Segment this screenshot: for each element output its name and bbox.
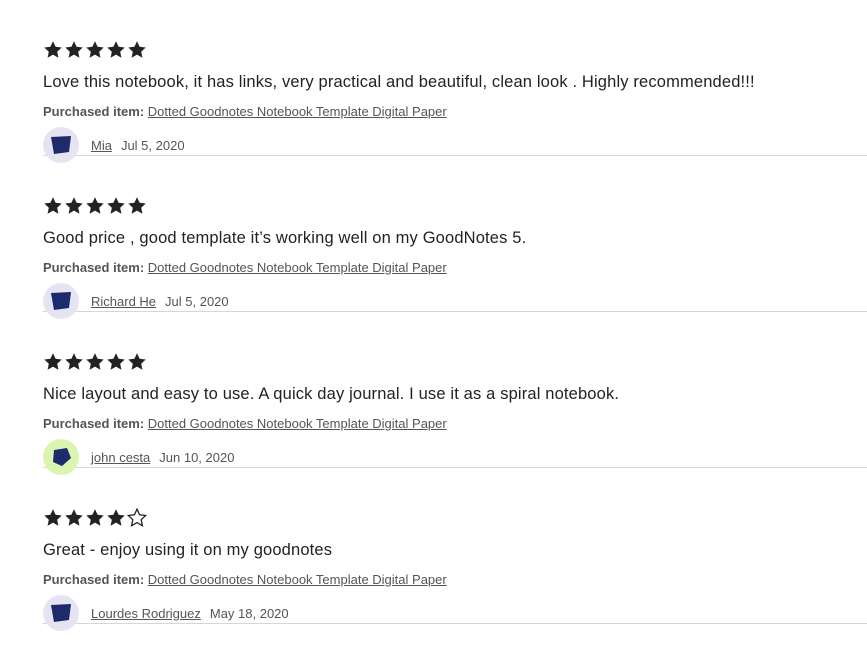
review-item-3: Nice layout and easy to use. A quick day… bbox=[43, 312, 867, 475]
star-rating bbox=[43, 40, 147, 60]
reviews-list: Love this notebook, it has links, very p… bbox=[43, 0, 867, 631]
star-filled-icon bbox=[86, 197, 104, 214]
star-filled-icon bbox=[86, 509, 104, 526]
reviewer-name-link[interactable]: Lourdes Rodriguez bbox=[91, 606, 201, 621]
star-filled-icon bbox=[128, 197, 146, 214]
star-filled-icon bbox=[107, 41, 125, 58]
star-filled-icon bbox=[44, 509, 62, 526]
star-filled-icon bbox=[44, 41, 62, 58]
review-item-4: Great - enjoy using it on my goodnotes P… bbox=[43, 468, 867, 631]
review-date: Jul 5, 2020 bbox=[165, 293, 229, 309]
star-rating bbox=[43, 352, 147, 372]
purchased-item-label: Purchased item: bbox=[43, 572, 148, 587]
purchased-item-link[interactable]: Dotted Goodnotes Notebook Template Digit… bbox=[148, 104, 447, 119]
star-filled-icon bbox=[86, 353, 104, 370]
purchased-item: Purchased item: Dotted Goodnotes Noteboo… bbox=[43, 260, 447, 275]
review-date: May 18, 2020 bbox=[209, 605, 289, 621]
star-filled-icon bbox=[44, 197, 62, 214]
star-filled-icon bbox=[107, 197, 125, 214]
purchased-item-label: Purchased item: bbox=[43, 104, 148, 119]
purchased-item: Purchased item: Dotted Goodnotes Noteboo… bbox=[43, 104, 447, 119]
reviewer-info: Lourdes Rodriguez May 18, 2020 bbox=[43, 595, 289, 631]
review-item-1: Love this notebook, it has links, very p… bbox=[43, 0, 867, 163]
star-filled-icon bbox=[128, 41, 146, 58]
purchased-item: Purchased item: Dotted Goodnotes Noteboo… bbox=[43, 572, 447, 587]
purchased-item: Purchased item: Dotted Goodnotes Noteboo… bbox=[43, 416, 447, 431]
review-date: Jul 5, 2020 bbox=[120, 137, 185, 153]
star-filled-icon bbox=[107, 353, 125, 370]
star-filled-icon bbox=[65, 41, 83, 58]
star-rating bbox=[43, 196, 147, 216]
review-text: Nice layout and easy to use. A quick day… bbox=[43, 385, 620, 403]
reviewer-name-link[interactable]: Mia bbox=[91, 138, 112, 153]
star-filled-icon bbox=[65, 197, 83, 214]
star-filled-icon bbox=[86, 41, 104, 58]
star-filled-icon bbox=[44, 353, 62, 370]
review-text: Great - enjoy using it on my goodnotes bbox=[43, 541, 333, 559]
star-filled-icon bbox=[65, 353, 83, 370]
purchased-item-label: Purchased item: bbox=[43, 416, 148, 431]
star-outline-icon bbox=[127, 508, 147, 527]
star-filled-icon bbox=[107, 509, 125, 526]
star-filled-icon bbox=[128, 353, 146, 370]
review-text: Good price , good template it’s working … bbox=[43, 229, 527, 247]
purchased-item-link[interactable]: Dotted Goodnotes Notebook Template Digit… bbox=[148, 260, 447, 275]
purchased-item-label: Purchased item: bbox=[43, 260, 148, 275]
reviewer-name-link[interactable]: Richard He bbox=[91, 294, 156, 309]
review-item-2: Good price , good template it’s working … bbox=[43, 156, 867, 319]
reviews-page: Love this notebook, it has links, very p… bbox=[0, 0, 867, 664]
reviewer-name-link[interactable]: john cesta bbox=[91, 450, 150, 465]
purchased-item-link[interactable]: Dotted Goodnotes Notebook Template Digit… bbox=[148, 572, 447, 587]
user-avatar-icon[interactable] bbox=[43, 595, 79, 631]
review-text: Love this notebook, it has links, very p… bbox=[43, 73, 755, 91]
purchased-item-link[interactable]: Dotted Goodnotes Notebook Template Digit… bbox=[148, 416, 447, 431]
review-date: Jun 10, 2020 bbox=[159, 449, 235, 465]
star-filled-icon bbox=[65, 509, 83, 526]
star-rating bbox=[43, 508, 147, 528]
